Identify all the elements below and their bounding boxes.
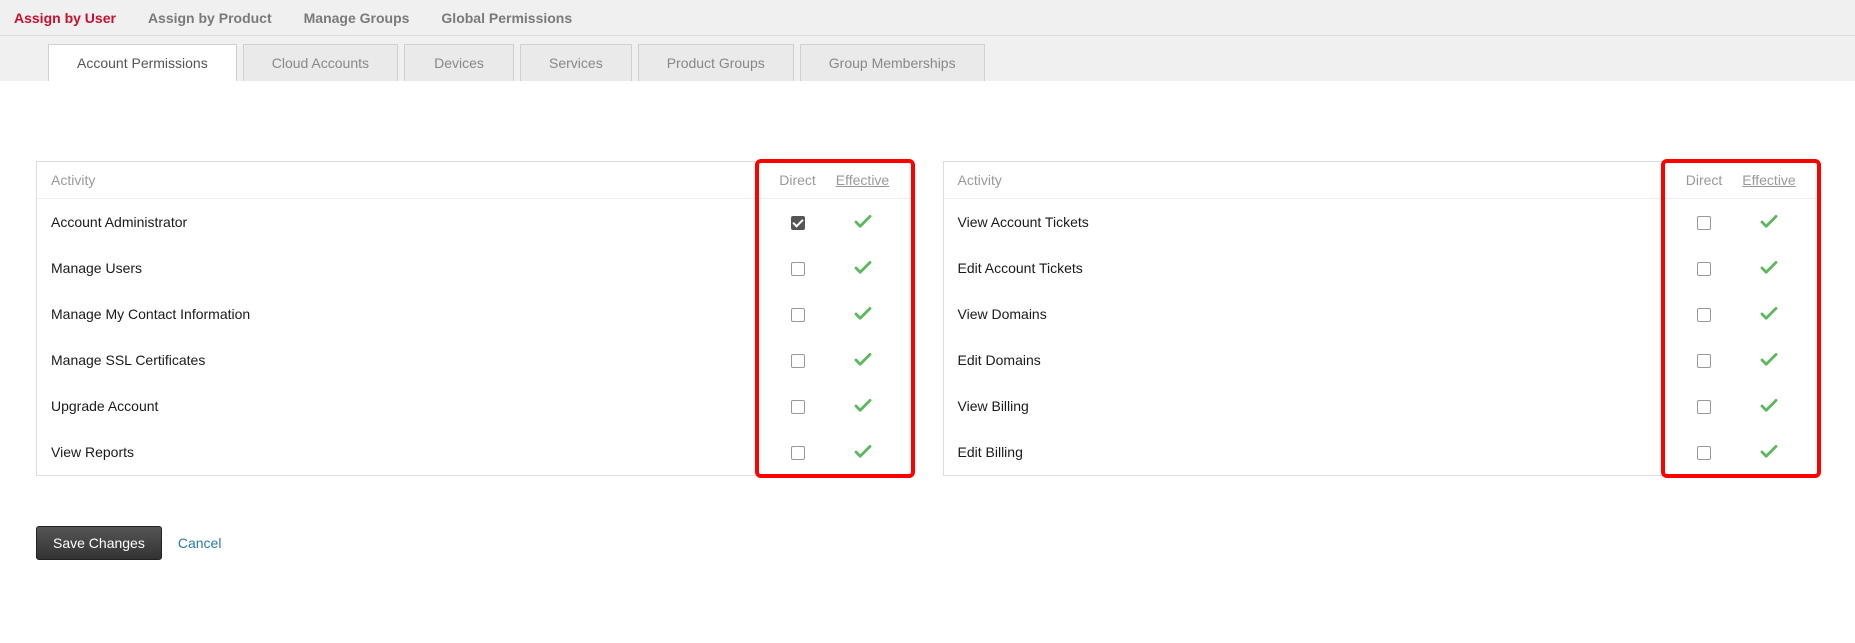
- direct-checkbox[interactable]: [1697, 262, 1711, 276]
- table-row: View Reports: [37, 429, 912, 475]
- table-row: Manage SSL Certificates: [37, 337, 912, 383]
- check-icon: [1760, 351, 1778, 369]
- tab-cloud-accounts[interactable]: Cloud Accounts: [243, 44, 398, 81]
- check-icon: [854, 213, 872, 231]
- activity-label: Edit Account Tickets: [958, 260, 1675, 276]
- tab-product-groups[interactable]: Product Groups: [638, 44, 794, 81]
- header-effective[interactable]: Effective: [828, 172, 898, 188]
- top-nav-assign-by-user[interactable]: Assign by User: [10, 2, 120, 34]
- table-row: Upgrade Account: [37, 383, 912, 429]
- top-nav-global-permissions[interactable]: Global Permissions: [437, 2, 576, 34]
- table-row: Manage Users: [37, 245, 912, 291]
- direct-checkbox[interactable]: [791, 262, 805, 276]
- direct-cell: [1674, 306, 1734, 322]
- direct-checkbox[interactable]: [1697, 400, 1711, 414]
- direct-cell: [768, 214, 828, 230]
- direct-cell: [768, 260, 828, 276]
- effective-cell: [1734, 213, 1804, 231]
- direct-checkbox[interactable]: [791, 216, 805, 230]
- table-row: View Domains: [944, 291, 1819, 337]
- direct-cell: [1674, 444, 1734, 460]
- content-area: Activity Direct Effective Account Admini…: [0, 81, 1855, 506]
- activity-label: Edit Billing: [958, 444, 1675, 460]
- check-icon: [854, 443, 872, 461]
- cancel-link[interactable]: Cancel: [178, 535, 222, 551]
- save-button[interactable]: Save Changes: [36, 526, 162, 560]
- direct-cell: [768, 306, 828, 322]
- activity-label: Edit Domains: [958, 352, 1675, 368]
- table-row: View Billing: [944, 383, 1819, 429]
- activity-label: View Account Tickets: [958, 214, 1675, 230]
- check-icon: [1760, 397, 1778, 415]
- check-icon: [1760, 443, 1778, 461]
- tab-devices[interactable]: Devices: [404, 44, 514, 81]
- effective-cell: [828, 305, 898, 323]
- top-nav-manage-groups[interactable]: Manage Groups: [300, 2, 414, 34]
- actions-bar: Save Changes Cancel: [0, 506, 1855, 580]
- tab-account-permissions[interactable]: Account Permissions: [48, 44, 237, 81]
- sub-tabs: Account Permissions Cloud Accounts Devic…: [0, 36, 1855, 81]
- effective-cell: [1734, 259, 1804, 277]
- table-row: Edit Account Tickets: [944, 245, 1819, 291]
- check-icon: [1760, 259, 1778, 277]
- effective-cell: [828, 259, 898, 277]
- activity-label: View Domains: [958, 306, 1675, 322]
- right-permissions-panel: Activity Direct Effective View Account T…: [943, 161, 1820, 476]
- direct-cell: [1674, 260, 1734, 276]
- effective-cell: [1734, 351, 1804, 369]
- header-direct: Direct: [768, 172, 828, 188]
- check-icon: [1760, 305, 1778, 323]
- direct-checkbox[interactable]: [791, 400, 805, 414]
- table-row: Manage My Contact Information: [37, 291, 912, 337]
- top-nav: Assign by User Assign by Product Manage …: [0, 0, 1855, 36]
- panel-header: Activity Direct Effective: [37, 162, 912, 199]
- activity-label: Manage SSL Certificates: [51, 352, 768, 368]
- activity-label: Upgrade Account: [51, 398, 768, 414]
- top-nav-assign-by-product[interactable]: Assign by Product: [144, 2, 276, 34]
- check-icon: [854, 305, 872, 323]
- direct-cell: [1674, 352, 1734, 368]
- effective-cell: [828, 351, 898, 369]
- direct-checkbox[interactable]: [791, 308, 805, 322]
- effective-cell: [828, 213, 898, 231]
- direct-checkbox[interactable]: [791, 446, 805, 460]
- activity-label: View Billing: [958, 398, 1675, 414]
- header-direct: Direct: [1674, 172, 1734, 188]
- check-icon: [854, 351, 872, 369]
- direct-cell: [1674, 398, 1734, 414]
- header-effective[interactable]: Effective: [1734, 172, 1804, 188]
- check-icon: [854, 397, 872, 415]
- direct-checkbox[interactable]: [1697, 354, 1711, 368]
- effective-cell: [1734, 397, 1804, 415]
- activity-label: Manage My Contact Information: [51, 306, 768, 322]
- direct-checkbox[interactable]: [1697, 446, 1711, 460]
- direct-cell: [768, 444, 828, 460]
- direct-checkbox[interactable]: [1697, 308, 1711, 322]
- table-row: View Account Tickets: [944, 199, 1819, 245]
- direct-cell: [768, 352, 828, 368]
- direct-cell: [768, 398, 828, 414]
- tab-services[interactable]: Services: [520, 44, 632, 81]
- table-row: Account Administrator: [37, 199, 912, 245]
- activity-label: Manage Users: [51, 260, 768, 276]
- effective-cell: [828, 443, 898, 461]
- left-permissions-panel: Activity Direct Effective Account Admini…: [36, 161, 913, 476]
- direct-checkbox[interactable]: [1697, 216, 1711, 230]
- effective-cell: [1734, 305, 1804, 323]
- table-row: Edit Domains: [944, 337, 1819, 383]
- tab-group-memberships[interactable]: Group Memberships: [800, 44, 985, 81]
- header-activity: Activity: [51, 172, 768, 188]
- check-icon: [854, 259, 872, 277]
- direct-cell: [1674, 214, 1734, 230]
- table-row: Edit Billing: [944, 429, 1819, 475]
- effective-cell: [828, 397, 898, 415]
- activity-label: View Reports: [51, 444, 768, 460]
- activity-label: Account Administrator: [51, 214, 768, 230]
- panel-header: Activity Direct Effective: [944, 162, 1819, 199]
- direct-checkbox[interactable]: [791, 354, 805, 368]
- header-activity: Activity: [958, 172, 1675, 188]
- check-icon: [1760, 213, 1778, 231]
- effective-cell: [1734, 443, 1804, 461]
